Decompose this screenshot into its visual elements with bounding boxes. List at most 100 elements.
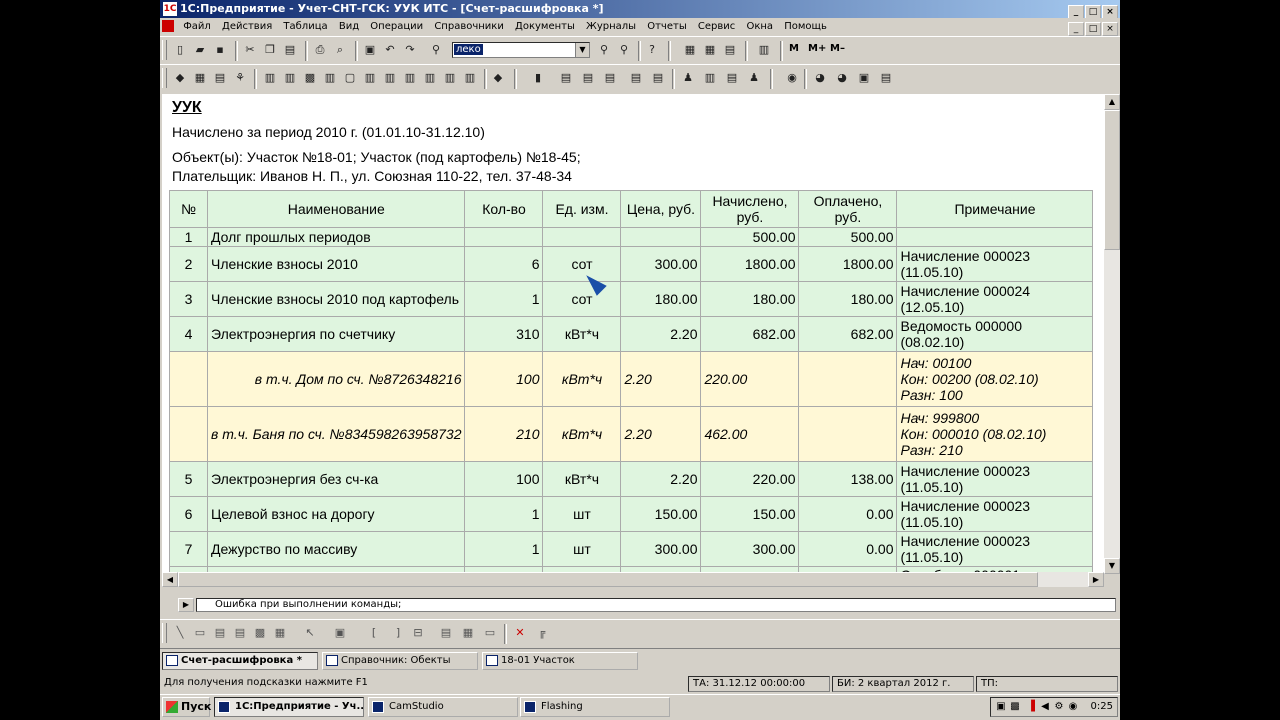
scroll-up-icon[interactable]: ▲ <box>1104 94 1120 110</box>
menu-actions[interactable]: Действия <box>218 18 276 35</box>
bracket-close-icon[interactable]: ] <box>390 625 406 641</box>
cell-n[interactable]: 6 <box>169 496 208 532</box>
cell-qty[interactable] <box>464 227 544 247</box>
start-button[interactable]: Пуск <box>162 697 211 717</box>
reference-icon[interactable]: ▤ <box>212 70 228 86</box>
cell-qty[interactable]: 100 <box>464 461 544 497</box>
find-binoculars-icon[interactable]: ⚲ <box>428 42 444 58</box>
menu-service[interactable]: Сервис <box>694 18 739 35</box>
memory-button[interactable]: M <box>789 43 799 54</box>
document-icon[interactable]: ▤ <box>650 70 666 86</box>
tab-plot[interactable]: 18-01 Участок <box>482 652 638 670</box>
text-tool-icon[interactable]: ▤ <box>212 625 228 641</box>
delete-cross-icon[interactable]: ✕ <box>512 625 528 641</box>
calculator-icon[interactable]: ▦ <box>682 42 698 58</box>
document-icon[interactable]: ▤ <box>602 70 618 86</box>
cell-note[interactable]: Начисление 000024 (12.05.10) <box>896 281 1094 317</box>
document-icon[interactable]: ▤ <box>558 70 574 86</box>
image-tool-icon[interactable]: ▤ <box>232 625 248 641</box>
table-subrow[interactable]: в т.ч. Баня по сч. №834598263958732 210 кВ… <box>169 406 1094 462</box>
cell-charged[interactable]: 462.00 <box>700 406 800 462</box>
cell-price[interactable]: 180.00 <box>620 281 702 317</box>
cell-n[interactable] <box>169 406 208 462</box>
cell-paid[interactable]: 138.00 <box>798 461 898 497</box>
cell-paid[interactable]: 180.00 <box>798 281 898 317</box>
cell-qty[interactable]: 6 <box>464 246 544 282</box>
cell-paid[interactable]: 500.00 <box>798 227 898 247</box>
report-icon[interactable]: ♟ <box>746 70 762 86</box>
cell-qty[interactable]: 310 <box>464 316 544 352</box>
cell-name[interactable]: Членские взносы 2010 под картофель <box>206 281 466 317</box>
scroll-thumb[interactable] <box>178 572 1038 587</box>
cell-n[interactable]: 2 <box>169 246 208 282</box>
print-icon[interactable]: ⎙ <box>312 42 328 58</box>
reference-icon[interactable]: ▥ <box>262 70 278 86</box>
calendar-icon[interactable]: ▦ <box>702 42 718 58</box>
search-value[interactable]: леко <box>454 44 483 55</box>
menu-journals[interactable]: Журналы <box>582 18 640 35</box>
user-icon[interactable]: ♟ <box>680 70 696 86</box>
cell-name[interactable]: Долг прошлых периодов <box>206 227 466 247</box>
cell-charged[interactable]: 1800.00 <box>700 246 800 282</box>
cell-paid[interactable] <box>798 406 898 462</box>
table-row[interactable]: 7 Дежурство по массиву 1 шт 300.00 300.00 0.00… <box>169 531 1094 567</box>
menu-documents[interactable]: Документы <box>511 18 579 35</box>
speaker-icon[interactable]: ◀ <box>1039 701 1051 713</box>
cell-paid[interactable]: 0.00 <box>798 496 898 532</box>
cell-note[interactable]: Начисление 000023 (11.05.10) <box>896 531 1094 567</box>
search-combo[interactable]: леко ▼ <box>452 42 590 58</box>
toolbar-grip[interactable] <box>162 40 167 60</box>
cell-unit[interactable]: сот <box>542 281 622 317</box>
cell-n[interactable]: 3 <box>169 281 208 317</box>
table-row[interactable]: 4 Электроэнергия по счетчику 310 кВт*ч 2.20 6… <box>169 316 1094 352</box>
reference-icon[interactable]: ▢ <box>342 70 358 86</box>
cell-note[interactable] <box>896 227 1094 247</box>
cell-charged[interactable]: 150.00 <box>700 496 800 532</box>
table-icon[interactable]: ▦ <box>460 625 476 641</box>
table-row[interactable]: 6 Целевой взнос на дорогу 1 шт 150.00 150.00 0… <box>169 496 1094 532</box>
cell-qty[interactable]: 1 <box>464 496 544 532</box>
cell-price[interactable]: 150.00 <box>620 496 702 532</box>
tab-objects-reference[interactable]: Справочник: Обекты <box>322 652 478 670</box>
pointer-tool-icon[interactable]: ↖ <box>302 625 318 641</box>
network-icon[interactable]: ▩ <box>1009 701 1021 713</box>
redo-icon[interactable]: ↷ <box>402 42 418 58</box>
cell-name[interactable]: Членские взносы 2010 <box>206 246 466 282</box>
panel-toggle-icon[interactable]: ▶ <box>178 598 194 612</box>
app-icon[interactable]: ◕ <box>812 70 828 86</box>
tab-invoice[interactable]: Счет-расшифровка * <box>162 652 318 670</box>
document-icon[interactable]: ▤ <box>628 70 644 86</box>
cell-name[interactable]: в т.ч. Баня по сч. №834598263958732 <box>206 406 466 462</box>
vertical-scrollbar[interactable]: ▲ ▼ <box>1104 94 1120 574</box>
cell-n[interactable]: 1 <box>169 227 208 247</box>
cell-qty[interactable]: 1 <box>464 281 544 317</box>
horizontal-scrollbar[interactable]: ◀ ▶ <box>162 572 1104 587</box>
reference-icon[interactable]: ⚘ <box>232 70 248 86</box>
document-icon[interactable]: ▮ <box>530 70 546 86</box>
table-row[interactable]: 5 Электроэнергия без сч-ка 100 кВт*ч 2.20 220… <box>169 461 1094 497</box>
table-icon[interactable]: ▤ <box>438 625 454 641</box>
toolbar-grip[interactable] <box>162 68 167 88</box>
reference-icon[interactable]: ▥ <box>382 70 398 86</box>
cell-price[interactable]: 300.00 <box>620 531 702 567</box>
reference-icon[interactable]: ◆ <box>172 70 188 86</box>
app-icon[interactable]: ▣ <box>856 70 872 86</box>
cell-price[interactable]: 300.00 <box>620 246 702 282</box>
app-tray-icon[interactable]: ◉ <box>1067 701 1079 713</box>
cell-note[interactable]: Нач: 999800 Кон: 000010 (08.02.10) Разн:… <box>896 406 1094 462</box>
menu-table[interactable]: Таблица <box>279 18 331 35</box>
reference-icon[interactable]: ▥ <box>282 70 298 86</box>
doc-minimize-button[interactable]: _ <box>1068 22 1084 36</box>
cell-charged[interactable]: 220.00 <box>700 461 800 497</box>
borders-icon[interactable]: ╔ <box>534 625 550 641</box>
document-icon[interactable] <box>162 20 174 32</box>
cell-n[interactable]: 7 <box>169 531 208 567</box>
cell-price[interactable] <box>620 227 702 247</box>
properties-icon[interactable]: ▣ <box>362 42 378 58</box>
ruler-icon[interactable]: ▭ <box>482 625 498 641</box>
globe-icon[interactable]: ◉ <box>784 70 800 86</box>
cell-n[interactable]: 4 <box>169 316 208 352</box>
print-preview-icon[interactable]: ⌕ <box>332 42 348 58</box>
report-sheet[interactable]: УУК Начислено за период 2010 г. (01.01.1… <box>162 94 1104 574</box>
cell-note[interactable]: Нач: 00100 Кон: 00200 (08.02.10) Разн: 1… <box>896 351 1094 407</box>
